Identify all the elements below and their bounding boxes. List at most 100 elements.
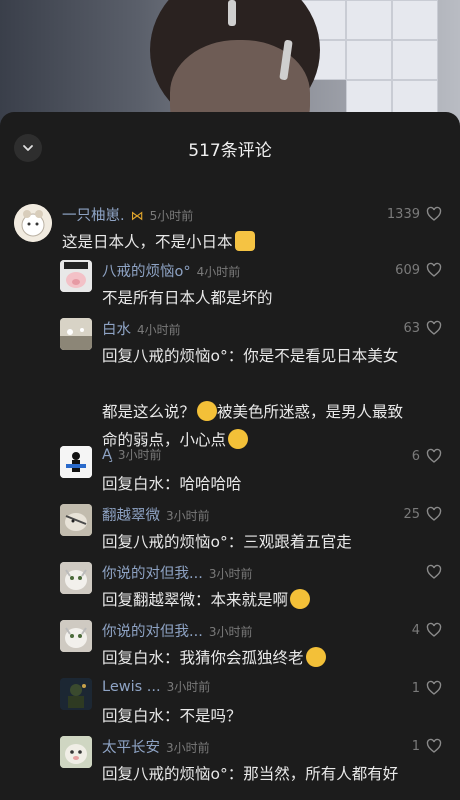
comment-item[interactable]: 一只柚崽. ⋈ 5小时前 这是日本人，不是小日本 1339 <box>0 204 460 260</box>
reply-item[interactable]: 太平长安 3小时前 回复八戒的烦恼o°：那当然，所有人都有好 1 <box>0 736 460 792</box>
comment-text: 回复八戒的烦恼o°：你是不是看见日本美女 <box>102 347 399 365</box>
like-count: 1339 <box>386 206 420 222</box>
comments-count-title: 517条评论 <box>188 141 272 161</box>
username-text[interactable]: 八戒的烦恼o° <box>102 260 191 281</box>
avatar[interactable] <box>60 260 92 292</box>
comment-time: 3小时前 <box>166 741 210 755</box>
comment-text: 不是所有日本人都是坏的 <box>102 289 273 307</box>
comment-username[interactable]: 翻越翠微 3小时前 <box>102 504 210 525</box>
heart-outline-icon <box>426 262 442 277</box>
comment-username[interactable]: 一只柚崽. ⋈ 5小时前 <box>62 204 193 225</box>
laugh-cry-emoji-icon <box>197 401 218 421</box>
reply-item[interactable]: A̧ 3小时前 回复白水：哈哈哈哈 6 <box>0 446 460 502</box>
comment-username[interactable]: Lewis ... 3小时前 <box>102 678 210 695</box>
like-button[interactable]: 1 <box>412 738 442 754</box>
comment-text-content: 这是日本人，不是小日本 <box>62 233 233 251</box>
avatar[interactable] <box>60 736 92 768</box>
comment-text: 回复白水：不是吗？ <box>102 707 242 725</box>
comment-username[interactable]: A̧ 3小时前 <box>102 446 162 463</box>
comment-time: 3小时前 <box>117 448 162 462</box>
username-text[interactable]: 你说的对但我... <box>102 620 203 641</box>
comment-text-part: 都是这么说？ <box>102 403 196 421</box>
comments-sheet: 517条评论 一只柚崽. ⋈ 5小时前 这是日本人，不是小日本 1339 八戒的… <box>0 112 460 800</box>
backdrop-panel <box>392 40 438 80</box>
reply-item[interactable]: 你说的对但我... 3小时前 回复白水：我猜你会孤独终老 4 <box>0 620 460 676</box>
backdrop-panel <box>392 0 438 40</box>
reply-item[interactable]: 白水 4小时前 回复八戒的烦恼o°：你是不是看见日本美女 都是这么说？ 被美色所迷… <box>0 318 460 449</box>
like-button[interactable]: 63 <box>403 320 442 336</box>
comment-username[interactable]: 你说的对但我... 3小时前 <box>102 562 252 583</box>
cat-emoji-icon <box>234 231 255 251</box>
like-count: 25 <box>403 506 420 522</box>
heart-outline-icon <box>426 564 442 579</box>
reply-item[interactable]: 八戒的烦恼o° 4小时前 不是所有日本人都是坏的 609 <box>0 260 460 316</box>
like-button[interactable] <box>420 564 442 580</box>
username-text[interactable]: 白水 <box>102 318 131 339</box>
heart-outline-icon <box>426 206 442 221</box>
comment-username[interactable]: 太平长安 3小时前 <box>102 736 210 757</box>
comment-text-content: 回复白水：我猜你会孤独终老 <box>102 649 304 667</box>
like-button[interactable]: 25 <box>403 506 442 522</box>
pleading-emoji-icon <box>305 647 326 667</box>
username-text[interactable]: 一只柚崽. <box>62 204 125 225</box>
like-button[interactable]: 4 <box>412 622 442 638</box>
avatar[interactable] <box>60 318 92 350</box>
username-text[interactable]: 翻越翠微 <box>102 504 160 525</box>
like-button[interactable]: 1339 <box>387 206 442 222</box>
avatar[interactable] <box>60 446 92 478</box>
laugh-cry-emoji-icon <box>290 589 311 609</box>
avatar[interactable] <box>60 620 92 652</box>
comment-time: 4小时前 <box>137 323 181 337</box>
comment-text: 回复八戒的烦恼o°：三观跟着五官走 <box>102 533 352 551</box>
hair-clip <box>228 0 236 26</box>
comment-text: 这是日本人，不是小日本 <box>62 230 255 252</box>
avatar[interactable] <box>60 504 92 536</box>
comment-time: 5小时前 <box>149 209 194 223</box>
comment-text: 回复白水：哈哈哈哈 <box>102 475 242 493</box>
comment-time: 3小时前 <box>166 680 211 694</box>
butterfly-icon: ⋈ <box>130 209 144 224</box>
like-count: 63 <box>403 320 420 336</box>
comment-username[interactable]: 白水 4小时前 <box>102 318 181 339</box>
reply-item[interactable]: 你说的对但我... 3小时前 回复翻越翠微：本来就是啊 <box>0 562 460 618</box>
comment-time: 4小时前 <box>196 265 241 279</box>
comment-time: 3小时前 <box>208 625 253 639</box>
backdrop-panel <box>346 0 392 40</box>
heart-outline-icon <box>426 320 442 335</box>
comment-text: 回复八戒的烦恼o°：那当然，所有人都有好 <box>102 765 399 783</box>
avatar[interactable] <box>14 204 52 242</box>
like-button[interactable]: 609 <box>395 262 442 278</box>
like-count: 4 <box>411 622 420 638</box>
heart-outline-icon <box>426 448 442 463</box>
comment-text: 回复白水：我猜你会孤独终老 <box>102 646 326 668</box>
like-count: 1 <box>411 680 420 696</box>
comment-text-content: 回复翻越翠微：本来就是啊 <box>102 591 289 609</box>
like-button[interactable]: 1 <box>412 680 442 696</box>
heart-outline-icon <box>426 738 442 753</box>
avatar[interactable] <box>60 678 92 710</box>
comment-text: 回复翻越翠微：本来就是啊 <box>102 588 311 610</box>
like-count: 6 <box>411 448 420 464</box>
like-count: 609 <box>395 262 420 278</box>
comment-text-part: 被美色所迷惑，是男人最致 <box>217 403 404 421</box>
username-text[interactable]: 你说的对但我... <box>102 562 203 583</box>
username-text[interactable]: 太平长安 <box>102 736 160 757</box>
comment-username[interactable]: 八戒的烦恼o° 4小时前 <box>102 260 240 281</box>
comment-text-line: 都是这么说？ 被美色所迷惑，是男人最致 <box>102 400 403 422</box>
video-background <box>0 0 460 130</box>
sheet-header: 517条评论 <box>0 112 460 182</box>
reply-item[interactable]: 翻越翠微 3小时前 回复八戒的烦恼o°：三观跟着五官走 25 <box>0 504 460 560</box>
comment-time: 3小时前 <box>166 509 210 523</box>
username-text[interactable]: Lewis ... <box>102 679 161 695</box>
like-button[interactable]: 6 <box>412 448 442 464</box>
like-count: 1 <box>411 738 420 754</box>
heart-outline-icon <box>426 622 442 637</box>
reply-item[interactable]: Lewis ... 3小时前 回复白水：不是吗？ 1 <box>0 678 460 734</box>
avatar[interactable] <box>60 562 92 594</box>
username-text[interactable]: A̧ <box>102 447 112 463</box>
comment-username[interactable]: 你说的对但我... 3小时前 <box>102 620 252 641</box>
comment-time: 3小时前 <box>208 567 253 581</box>
heart-outline-icon <box>426 680 442 695</box>
backdrop-panel <box>346 40 392 80</box>
heart-outline-icon <box>426 506 442 521</box>
